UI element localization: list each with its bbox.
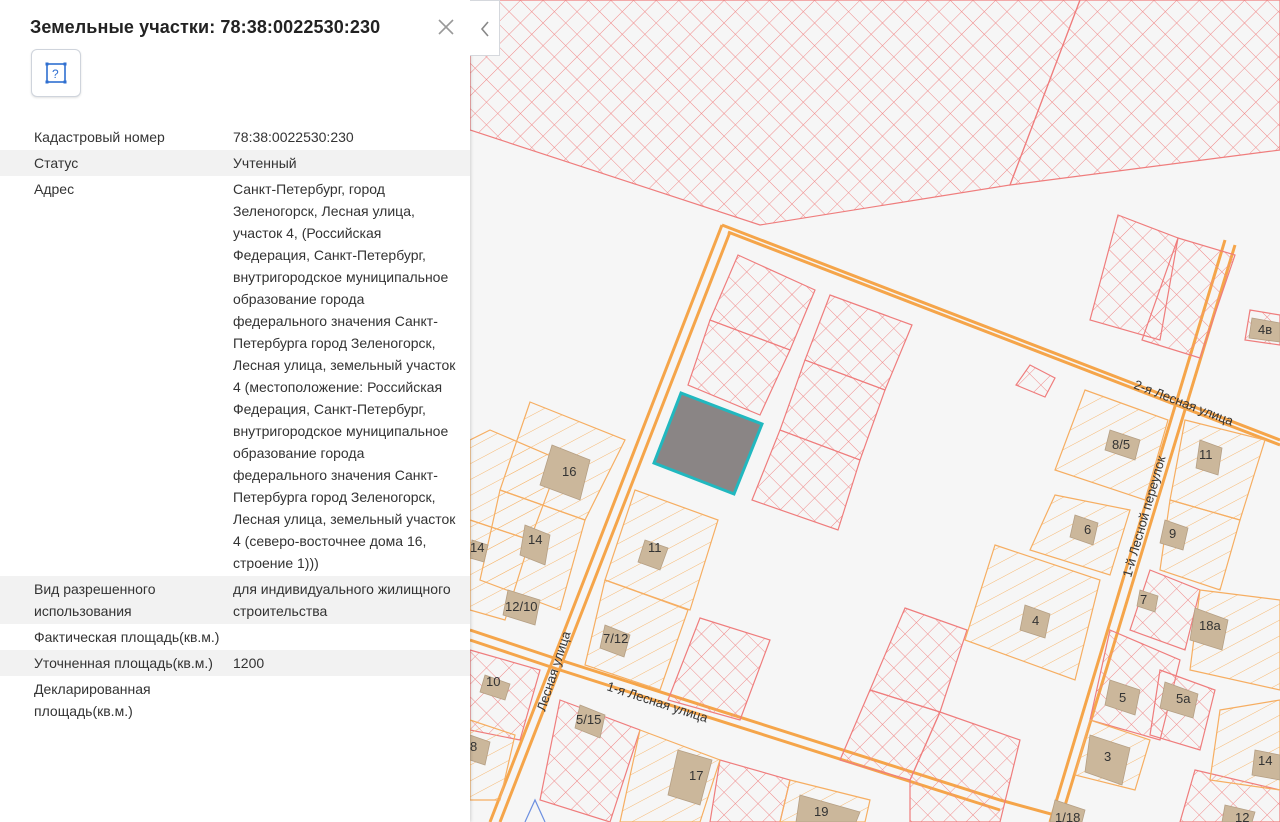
legend-glyph: ?	[52, 67, 59, 81]
house-number: 7	[1140, 592, 1147, 607]
row-key: Статус	[34, 155, 79, 171]
row-value: для индивидуального жилищного строительс…	[233, 581, 451, 619]
house-number: 4в	[1258, 322, 1272, 337]
house-number: 6	[1084, 522, 1091, 537]
row-key: Декларированная площадь(кв.м.)	[34, 681, 151, 719]
house-number: 5	[1119, 690, 1126, 705]
house-number: 11	[1199, 447, 1213, 462]
row-status: Статус Учтенный	[0, 150, 470, 176]
row-value: 1200	[233, 655, 265, 671]
house-number: 18а	[1199, 618, 1221, 633]
row-key: Адрес	[34, 181, 75, 197]
row-specified-area: Уточненная площадь(кв.м.) 1200	[0, 650, 470, 676]
house-number: 5/15	[576, 712, 601, 727]
close-icon	[438, 19, 454, 35]
chevron-left-icon	[480, 21, 489, 37]
house-number: 14	[1258, 753, 1272, 768]
house-number: 12	[1235, 810, 1249, 822]
house-number: 8	[470, 739, 477, 754]
house-number: 19	[814, 804, 828, 819]
close-button[interactable]	[433, 14, 459, 40]
row-declared-area: Декларированная площадь(кв.м.)	[0, 676, 470, 724]
house-number: 8/5	[1112, 437, 1130, 452]
row-value: Учтенный	[233, 155, 297, 171]
house-number: 14	[528, 532, 542, 547]
collapse-panel-button[interactable]	[470, 0, 500, 56]
house-number: 5а	[1176, 691, 1191, 706]
house-number: 4	[1032, 613, 1039, 628]
parcel-info-panel: Земельные участки: 78:38:0022530:230 ? К…	[0, 0, 470, 822]
house-number: 7/12	[603, 631, 628, 646]
row-value: 78:38:0022530:230	[233, 129, 354, 145]
house-number: 16	[562, 464, 576, 479]
row-key: Фактическая площадь(кв.м.)	[34, 629, 220, 645]
house-number: 10	[486, 674, 500, 689]
house-number: 14	[470, 540, 484, 555]
row-value	[233, 678, 461, 722]
parcel-legend-icon: ?	[45, 62, 67, 84]
house-number: 3	[1104, 749, 1111, 764]
row-key: Кадастровый номер	[34, 129, 165, 145]
row-address: Адрес Санкт-Петербург, город Зеленогорск…	[0, 176, 470, 576]
row-actual-area: Фактическая площадь(кв.м.)	[0, 624, 470, 650]
row-cadastral-number: Кадастровый номер 78:38:0022530:230	[0, 124, 470, 150]
house-number: 11	[648, 540, 662, 555]
house-number: 12/10	[505, 599, 538, 614]
legend-button[interactable]: ?	[31, 49, 81, 97]
panel-title: Земельные участки: 78:38:0022530:230	[30, 17, 381, 37]
info-table: Кадастровый номер 78:38:0022530:230 Стат…	[0, 124, 470, 724]
row-key: Вид разрешенного использования	[34, 581, 156, 619]
row-key: Уточненная площадь(кв.м.)	[34, 655, 213, 671]
house-number: 17	[689, 768, 703, 783]
house-number: 1/18	[1055, 810, 1080, 822]
row-value: Санкт-Петербург, город Зеленогорск, Лесн…	[233, 181, 456, 571]
house-number: 9	[1169, 526, 1176, 541]
row-value	[233, 626, 461, 648]
row-permitted-use: Вид разрешенного использования для индив…	[0, 576, 470, 624]
